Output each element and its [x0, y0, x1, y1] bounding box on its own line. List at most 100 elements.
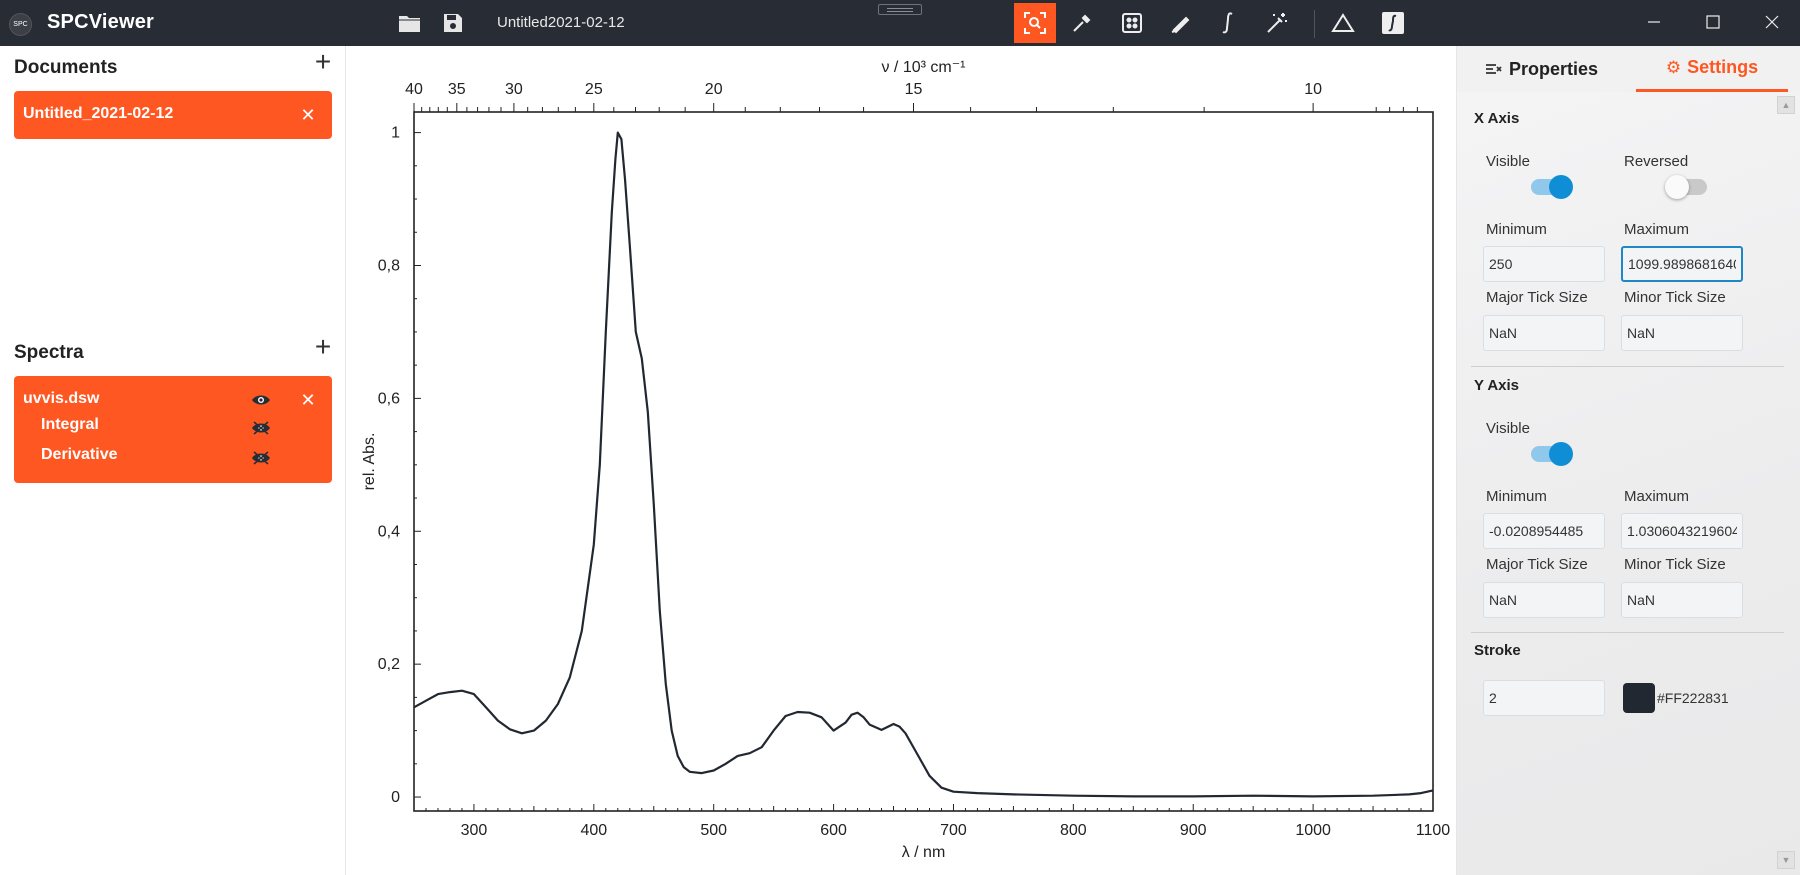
top-tick-label: 15: [905, 81, 923, 98]
y-maximum-input[interactable]: [1621, 513, 1743, 549]
stroke-color-swatch[interactable]: [1623, 683, 1655, 713]
stroke-color-hex: #FF222831: [1657, 690, 1729, 706]
x-axis-label: λ / nm: [902, 844, 946, 861]
brush-icon[interactable]: [1166, 8, 1196, 38]
x-major-tick-input[interactable]: [1483, 315, 1605, 351]
y-minimum-label: Minimum: [1486, 488, 1547, 505]
x-tick-label: 600: [820, 822, 847, 839]
tab-properties-label: Properties: [1509, 58, 1599, 79]
stroke-width-input[interactable]: [1483, 680, 1605, 716]
document-item-label: Untitled_2021-02-12: [23, 105, 174, 122]
x-tick-label: 500: [700, 822, 727, 839]
add-document-button[interactable]: +: [311, 48, 335, 76]
y-tick-label: 1: [391, 125, 400, 142]
derivative-item-label[interactable]: Derivative: [41, 446, 118, 464]
toolbar-separator: [1314, 10, 1315, 38]
eye-off-icon[interactable]: [251, 420, 271, 436]
properties-icon: [1486, 64, 1502, 74]
x-minimum-label: Minimum: [1486, 221, 1547, 238]
top-tick-label: 30: [505, 81, 523, 98]
y-tick-label: 0,8: [378, 257, 400, 274]
x-minor-tick-input[interactable]: [1621, 315, 1743, 351]
save-icon[interactable]: [438, 8, 468, 38]
spectrum-chart[interactable]: 300 400 500 600 700 800 900 1000 1100 λ / nm 0 0,2 0…: [346, 46, 1456, 875]
top-tick-label: 25: [585, 81, 603, 98]
x-maximum-label: Maximum: [1624, 221, 1690, 238]
eyedropper-icon[interactable]: [1067, 8, 1097, 38]
document-title: Untitled2021-02-12: [497, 14, 625, 31]
integral-item-label[interactable]: Integral: [41, 416, 99, 434]
top-axis-label: ν / 10³ cm⁻¹: [881, 59, 965, 76]
drag-handle[interactable]: [878, 4, 922, 15]
y-minor-tick-label: Minor Tick Size: [1624, 556, 1726, 573]
zoom-tool-icon[interactable]: [1014, 3, 1056, 43]
y-minimum-input[interactable]: [1483, 513, 1605, 549]
x-tick-label: 300: [461, 822, 488, 839]
select-points-icon[interactable]: [1117, 8, 1147, 38]
x-minimum-input[interactable]: [1483, 246, 1605, 282]
scroll-down-icon[interactable]: ▼: [1777, 851, 1795, 869]
top-tick-label: 40: [405, 81, 423, 98]
x-tick-label: 800: [1060, 822, 1087, 839]
gear-icon: ⚙: [1665, 57, 1682, 77]
x-tick-label: 1000: [1295, 822, 1331, 839]
y-maximum-label: Maximum: [1624, 488, 1690, 505]
app-title: SPCViewer: [47, 11, 155, 33]
remove-spectrum-icon[interactable]: ✕: [298, 390, 318, 410]
x-maximum-input[interactable]: [1621, 246, 1743, 282]
y-tick-label: 0,4: [378, 523, 400, 540]
top-tick-label: 35: [448, 81, 466, 98]
y-tick-label: 0,2: [378, 656, 400, 673]
close-window-icon[interactable]: [1750, 6, 1794, 38]
integral-icon[interactable]: [1213, 8, 1243, 38]
x-tick-label: 900: [1180, 822, 1207, 839]
y-axis-title: Y Axis: [1474, 377, 1520, 394]
y-major-tick-input[interactable]: [1483, 582, 1605, 618]
divider: [1471, 366, 1784, 367]
x-tick-label: 700: [940, 822, 967, 839]
spectrum-line: [413, 131, 1434, 798]
maximize-icon[interactable]: [1691, 6, 1735, 38]
document-item[interactable]: Untitled_2021-02-12 ✕: [14, 91, 332, 139]
plot-frame: [413, 111, 1434, 812]
title-bar: SPC SPCViewer Untitled2021-02-12: [0, 0, 1800, 46]
x-tick-label: 1100: [1416, 822, 1451, 839]
y-minor-tick-input[interactable]: [1621, 582, 1743, 618]
peak-triangle-icon[interactable]: [1328, 8, 1358, 38]
x-reversed-toggle[interactable]: [1665, 175, 1707, 199]
derivative-icon[interactable]: [1378, 8, 1408, 38]
minimize-icon[interactable]: [1632, 6, 1676, 38]
y-visible-label: Visible: [1486, 420, 1530, 437]
x-visible-toggle[interactable]: [1531, 175, 1573, 199]
x-visible-label: Visible: [1486, 153, 1530, 170]
settings-panel: Properties ⚙ Settings ▲ X Axis Visible R…: [1457, 46, 1800, 875]
y-major-tick-label: Major Tick Size: [1486, 556, 1588, 573]
y-axis-label: rel. Abs.: [361, 433, 378, 491]
divider: [1471, 632, 1784, 633]
tab-settings-label: Settings: [1687, 57, 1759, 77]
add-spectrum-button[interactable]: +: [311, 333, 335, 361]
x-major-tick-label: Major Tick Size: [1486, 289, 1588, 306]
tab-bar: Properties ⚙ Settings: [1457, 46, 1800, 92]
tab-properties[interactable]: Properties: [1485, 46, 1598, 92]
top-tick-label: 10: [1304, 81, 1322, 98]
open-folder-icon[interactable]: [395, 8, 425, 38]
y-visible-toggle[interactable]: [1531, 442, 1573, 466]
y-tick-label: 0: [391, 789, 400, 806]
x-tick-label: 400: [580, 822, 607, 839]
magic-wand-icon[interactable]: [1262, 8, 1292, 38]
documents-title: Documents: [14, 57, 118, 78]
eye-icon[interactable]: [251, 392, 271, 408]
eye-off-icon[interactable]: [251, 450, 271, 466]
tab-settings[interactable]: ⚙ Settings: [1636, 46, 1788, 92]
sidebar: Documents + Untitled_2021-02-12 ✕ Spectr…: [0, 46, 345, 875]
y-tick-label: 0,6: [378, 390, 400, 407]
spectrum-item[interactable]: uvvis.dsw ✕ Integral Derivative: [14, 376, 332, 483]
plot-panel[interactable]: 300 400 500 600 700 800 900 1000 1100 λ / nm 0 0,2 0…: [345, 46, 1457, 875]
scroll-up-icon[interactable]: ▲: [1777, 96, 1795, 114]
stroke-title: Stroke: [1474, 642, 1521, 659]
x-reversed-label: Reversed: [1624, 153, 1689, 170]
close-document-icon[interactable]: ✕: [298, 105, 318, 125]
spectrum-item-label: uvvis.dsw: [23, 390, 100, 407]
spectra-title: Spectra: [14, 342, 84, 363]
